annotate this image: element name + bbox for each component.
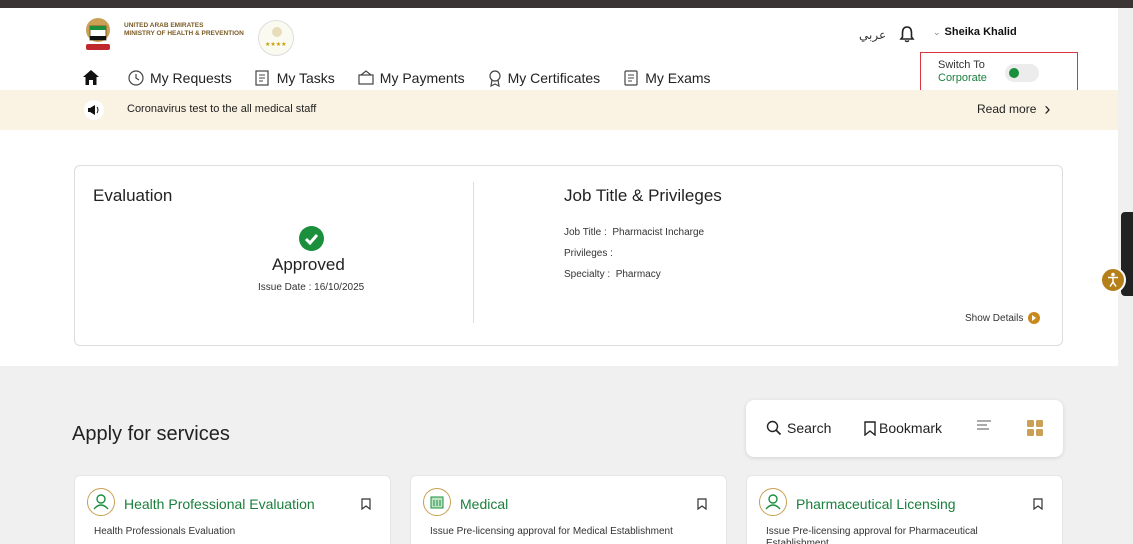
ministry-name: UNITED ARAB EMIRATES MINISTRY OF HEALTH … [124, 22, 244, 38]
evaluation-status: Approved [272, 255, 345, 274]
job-title-row: Job Title : Pharmacist Incharge [564, 227, 705, 238]
chevron-right-icon: › [1044, 99, 1051, 119]
service-card-medical[interactable]: Medical Issue Pre-licensing approval for… [410, 475, 727, 544]
certificate-icon [489, 70, 501, 87]
nav-my-payments[interactable]: My Payments [357, 69, 465, 87]
bookmark-icon [864, 420, 876, 436]
service-description: Health Professionals Evaluation [94, 526, 236, 537]
list-view-icon[interactable] [977, 420, 991, 432]
service-title: Pharmaceutical Licensing [796, 496, 956, 512]
corporate-toggle[interactable] [1005, 64, 1039, 82]
nav-label: My Exams [645, 70, 711, 86]
nav-label: My Payments [379, 70, 465, 86]
check-circle-icon [299, 226, 324, 251]
requests-icon [128, 70, 144, 86]
show-details-link[interactable]: Show Details [965, 312, 1041, 324]
ministry-line2: MINISTRY OF HEALTH & PREVENTION [124, 30, 244, 37]
read-more-label: Read more [977, 102, 1037, 116]
bell-icon[interactable] [897, 24, 917, 44]
arrow-circle-icon [1028, 312, 1041, 324]
user-icon [87, 488, 115, 516]
bookmark-icon[interactable] [1033, 497, 1043, 515]
tasks-icon [255, 70, 269, 86]
privileges-row: Privileges : [564, 248, 613, 259]
nav-my-tasks[interactable]: My Tasks [254, 69, 335, 87]
user-menu[interactable]: ⌄ Sheika Khalid [933, 26, 1017, 38]
nav-my-exams[interactable]: My Exams [622, 69, 711, 87]
megaphone-icon [84, 100, 104, 120]
home-icon[interactable] [82, 69, 105, 87]
bookmark-filter-button[interactable]: Bookmark [864, 420, 942, 436]
uae-emblem-logo[interactable] [78, 14, 118, 54]
nav-my-requests[interactable]: My Requests [127, 69, 232, 87]
accessibility-icon[interactable] [1100, 267, 1126, 293]
rating-badge-logo: ★★★★ [258, 20, 294, 56]
nav-label: My Requests [150, 70, 232, 86]
nav-my-certificates[interactable]: My Certificates [487, 69, 601, 87]
search-button[interactable]: Search [766, 420, 831, 436]
bookmark-icon[interactable] [697, 497, 707, 515]
service-description: Issue Pre-licensing approval for Medical… [430, 526, 673, 537]
evaluation-card: Evaluation Approved Issue Date : 16/10/2… [74, 165, 1063, 346]
evaluation-title: Evaluation [93, 186, 173, 205]
user-icon [759, 488, 787, 516]
nav-label: My Tasks [276, 70, 335, 86]
apply-services-title: Apply for services [72, 423, 230, 445]
services-toolbar: Search Bookmark [746, 400, 1063, 457]
service-title: Health Professional Evaluation [124, 496, 315, 512]
service-card-pharmaceutical-licensing[interactable]: Pharmaceutical Licensing Issue Pre-licen… [746, 475, 1063, 544]
announcement-bar: Coronavirus test to the all medical staf… [0, 90, 1118, 130]
read-more-link[interactable]: Read more › [977, 99, 1051, 119]
switch-target-label: Corporate [938, 72, 987, 84]
language-switch[interactable]: عربي [859, 28, 886, 42]
card-divider [473, 182, 474, 323]
ministry-line1: UNITED ARAB EMIRATES [124, 22, 204, 29]
chevron-down-icon: ⌄ [933, 27, 941, 37]
user-name: Sheika Khalid [944, 26, 1017, 38]
toggle-knob [1009, 68, 1019, 78]
switch-to-label: Switch To [938, 59, 985, 71]
bookmark-icon[interactable] [361, 497, 371, 515]
issue-date: Issue Date : 16/10/2025 [258, 282, 365, 293]
job-title-heading: Job Title & Privileges [564, 186, 722, 205]
payments-icon [358, 70, 374, 85]
exams-icon [624, 70, 638, 86]
specialty-row: Specialty : Pharmacy [564, 269, 661, 280]
building-icon [423, 488, 451, 516]
nav-label: My Certificates [507, 70, 601, 86]
announcement-text: Coronavirus test to the all medical staf… [127, 103, 317, 115]
top-border [0, 0, 1133, 8]
switch-account-panel: Switch To Corporate [920, 52, 1078, 95]
main-nav: My Requests My Tasks My Payments My Cert… [82, 66, 733, 90]
search-icon [766, 420, 782, 436]
service-card-health-professional-evaluation[interactable]: Health Professional Evaluation Health Pr… [74, 475, 391, 544]
service-description: Issue Pre-licensing approval for Pharmac… [766, 526, 978, 544]
service-title: Medical [460, 496, 509, 512]
grid-view-icon[interactable] [1027, 420, 1043, 436]
